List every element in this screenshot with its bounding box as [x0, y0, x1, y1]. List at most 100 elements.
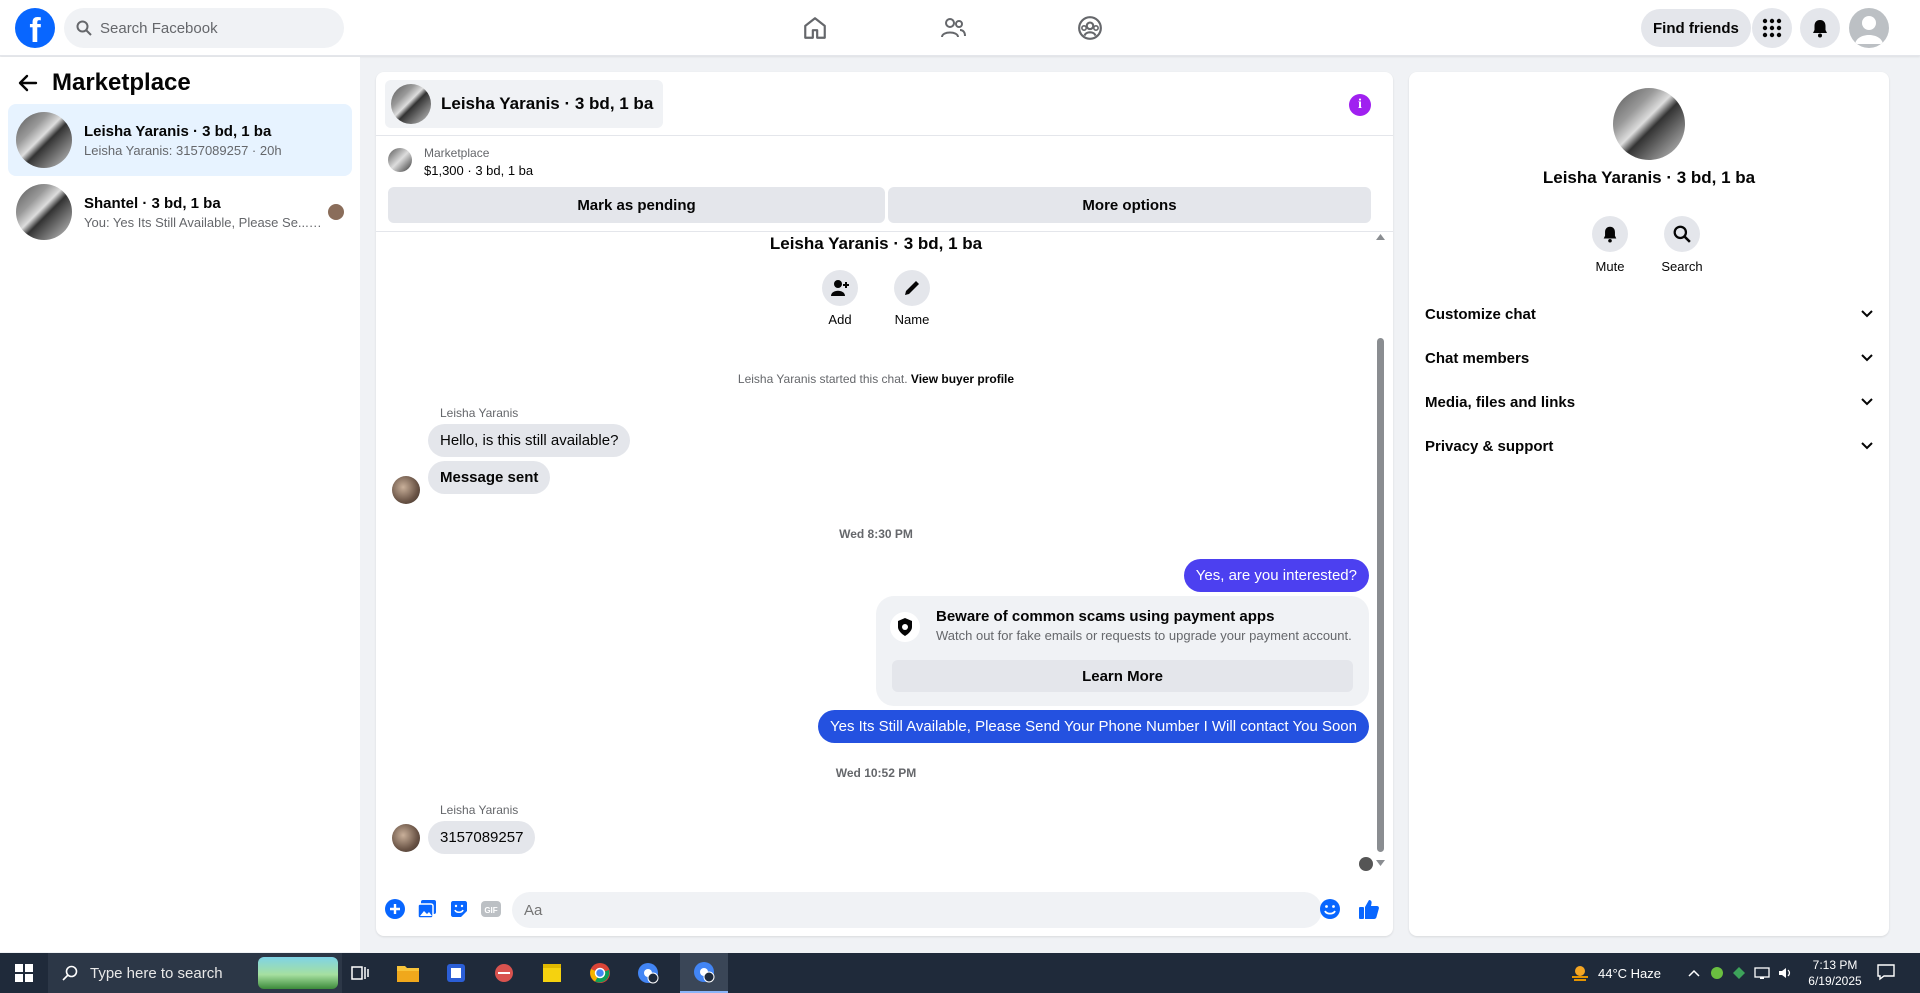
- listing-thumbnail: [16, 112, 72, 168]
- marketplace-header: Marketplace: [18, 69, 191, 97]
- chat-header-button[interactable]: Leisha Yaranis · 3 bd, 1 ba: [385, 80, 664, 128]
- chrome-icon[interactable]: [576, 953, 624, 993]
- search-icon: [62, 965, 78, 981]
- conversation-title: Shantel · 3 bd, 1 ba: [84, 194, 221, 212]
- incoming-message[interactable]: Hello, is this still available?: [428, 424, 631, 457]
- network-icon[interactable]: [1754, 966, 1770, 980]
- section-title: Media, files and links: [1425, 393, 1576, 411]
- listing-thumbnail: [16, 184, 72, 240]
- sticky-notes-icon[interactable]: [528, 953, 576, 993]
- system-tray: [1688, 953, 1794, 993]
- timestamp: Wed 8:30 PM: [839, 527, 913, 541]
- tray-app-icon[interactable]: [1732, 966, 1746, 980]
- mute-action[interactable]: Mute: [1580, 216, 1640, 274]
- plus-circle-icon[interactable]: [384, 898, 406, 920]
- conversation-title: Leisha Yaranis · 3 bd, 1 ba: [84, 122, 272, 140]
- conversation-preview: Leisha Yaranis: 3157089257 · 20h: [84, 142, 282, 158]
- windows-taskbar: 44°C Haze 7:13 PM 6/19/2025: [0, 953, 1920, 993]
- mute-label: Mute: [1595, 259, 1625, 274]
- conversation-item[interactable]: Leisha Yaranis · 3 bd, 1 ba Leisha Yaran…: [8, 104, 352, 176]
- section-title: Privacy & support: [1425, 437, 1554, 455]
- chevron-up-icon[interactable]: [1688, 969, 1700, 977]
- message-composer: GIF: [376, 884, 1393, 936]
- find-friends-button[interactable]: Find friends: [1641, 9, 1751, 47]
- customize-chat-section[interactable]: Customize chat: [1425, 296, 1873, 332]
- add-label: Add: [828, 312, 852, 327]
- mark-as-pending-button[interactable]: Mark as pending: [388, 187, 885, 223]
- tray-app-icon[interactable]: [1710, 966, 1724, 980]
- clock-date: 6/19/2025: [1808, 974, 1862, 988]
- profile-avatar[interactable]: [1849, 8, 1889, 48]
- chevron-down-icon: [1861, 398, 1873, 406]
- taskbar-clock[interactable]: 7:13 PM 6/19/2025: [1800, 957, 1870, 989]
- search-action[interactable]: Search: [1652, 216, 1712, 274]
- add-action[interactable]: Add: [810, 270, 870, 327]
- notifications-bell-icon[interactable]: [1800, 8, 1840, 48]
- name-label: Name: [894, 312, 930, 327]
- file-explorer-icon[interactable]: [384, 953, 432, 993]
- name-action[interactable]: Name: [882, 270, 942, 327]
- photo-icon[interactable]: [416, 898, 438, 920]
- task-view-icon[interactable]: [336, 953, 384, 993]
- search-icon: [76, 20, 92, 36]
- thumbs-up-icon[interactable]: [1358, 898, 1380, 920]
- search-highlight-image: [258, 957, 338, 989]
- add-person-icon: [831, 280, 849, 296]
- chevron-down-icon: [1861, 354, 1873, 362]
- chrome-profile-icon[interactable]: [624, 953, 672, 993]
- sender-avatar[interactable]: [392, 824, 420, 852]
- scam-warning-subtitle: Watch out for fake emails or requests to…: [936, 628, 1352, 643]
- bell-icon: [1603, 226, 1617, 243]
- chat-started-message: Leisha Yaranis started this chat. View b…: [737, 372, 1015, 386]
- chat-members-section[interactable]: Chat members: [1425, 340, 1873, 376]
- scam-warning-title: Beware of common scams using payment app…: [936, 608, 1275, 625]
- outgoing-message[interactable]: Yes Its Still Available, Please Send You…: [817, 710, 1369, 743]
- app-icon-red[interactable]: [480, 953, 528, 993]
- privacy-support-section[interactable]: Privacy & support: [1425, 428, 1873, 464]
- sticker-icon[interactable]: [448, 898, 470, 920]
- emoji-icon[interactable]: [1319, 898, 1341, 920]
- search-facebook-box[interactable]: [64, 8, 344, 48]
- media-files-links-section[interactable]: Media, files and links: [1425, 384, 1873, 420]
- chat-details-panel: Leisha Yaranis · 3 bd, 1 ba Mute Search …: [1409, 72, 1889, 936]
- search-facebook-input[interactable]: [100, 19, 320, 37]
- seen-avatar: [328, 204, 344, 220]
- windows-start-icon[interactable]: [0, 953, 48, 993]
- groups-nav-icon[interactable]: [1070, 8, 1110, 48]
- sender-avatar[interactable]: [392, 476, 420, 504]
- incoming-message[interactable]: Message sent: [428, 461, 551, 494]
- chat-scrollbar[interactable]: [1375, 234, 1385, 866]
- home-nav-icon[interactable]: [795, 8, 835, 48]
- search-label: Search: [1661, 259, 1703, 274]
- info-icon[interactable]: i: [1349, 94, 1371, 116]
- incoming-message[interactable]: 3157089257: [428, 821, 536, 854]
- view-buyer-profile-link[interactable]: View buyer profile: [911, 372, 1014, 386]
- chat-header: Leisha Yaranis · 3 bd, 1 ba i: [376, 72, 1393, 136]
- app-icon-blue[interactable]: [432, 953, 480, 993]
- conversation-item[interactable]: Shantel · 3 bd, 1 ba You: Yes Its Still …: [8, 176, 352, 248]
- chrome-profile-icon[interactable]: [680, 953, 728, 993]
- chat-header-title: Leisha Yaranis · 3 bd, 1 ba: [441, 94, 654, 113]
- menu-grid-icon[interactable]: [1752, 8, 1792, 48]
- message-input[interactable]: [512, 892, 1322, 928]
- volume-icon[interactable]: [1778, 966, 1794, 980]
- back-arrow-icon[interactable]: [18, 73, 38, 93]
- weather-widget[interactable]: 44°C Haze: [1570, 953, 1661, 993]
- search-icon: [1673, 225, 1691, 243]
- section-title: Customize chat: [1425, 305, 1536, 323]
- sender-name: Leisha Yaranis: [440, 406, 519, 420]
- more-options-button[interactable]: More options: [888, 187, 1371, 223]
- taskbar-search-box[interactable]: [48, 953, 342, 993]
- friends-nav-icon[interactable]: [933, 8, 973, 48]
- clock-time: 7:13 PM: [1812, 958, 1858, 972]
- outgoing-message[interactable]: Yes, are you interested?: [1183, 559, 1369, 592]
- sender-name: Leisha Yaranis: [440, 803, 519, 817]
- gif-icon[interactable]: GIF: [480, 898, 502, 920]
- thread-title: Leisha Yaranis · 3 bd, 1 ba: [769, 234, 983, 253]
- notification-center-icon[interactable]: [1876, 963, 1898, 983]
- learn-more-button[interactable]: Learn More: [892, 660, 1353, 692]
- read-receipt-avatar: [1359, 857, 1373, 871]
- facebook-logo-icon[interactable]: f: [15, 8, 55, 48]
- taskbar-search-input[interactable]: [90, 964, 270, 982]
- scam-warning-card: Beware of common scams using payment app…: [876, 596, 1369, 706]
